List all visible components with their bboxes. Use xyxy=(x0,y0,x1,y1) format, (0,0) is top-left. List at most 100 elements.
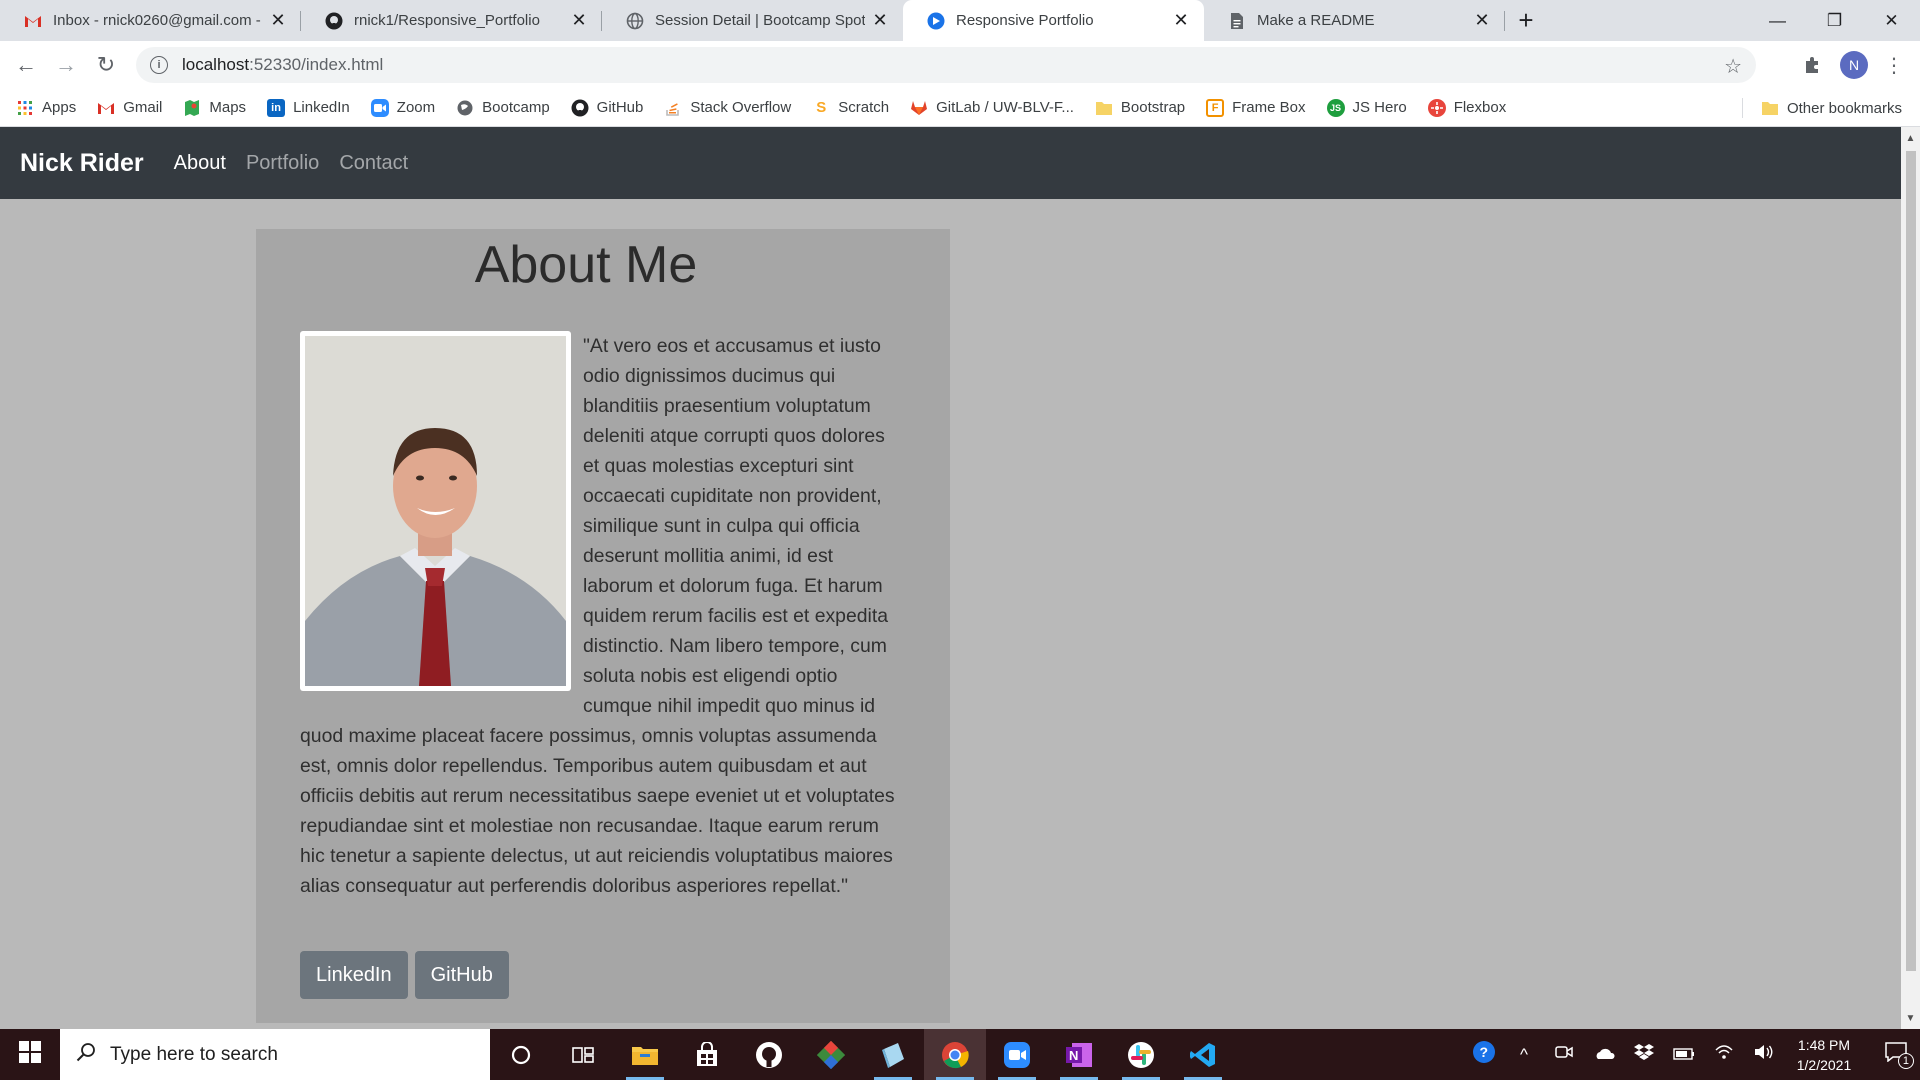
site-info-icon[interactable]: i xyxy=(150,56,168,74)
bookmark-maps[interactable]: Maps xyxy=(183,99,246,117)
nav-link-portfolio[interactable]: Portfolio xyxy=(246,152,319,175)
close-icon[interactable]: ✕ xyxy=(1172,10,1190,31)
file-explorer-icon[interactable] xyxy=(614,1029,676,1080)
windows-taskbar: Type here to search N ? ^ 1:48 PM 1/2/20… xyxy=(0,1029,1920,1080)
tab-responsive-portfolio[interactable]: Responsive Portfolio ✕ xyxy=(903,0,1204,41)
navbar-brand[interactable]: Nick Rider xyxy=(20,149,144,178)
chevron-up-icon[interactable]: ^ xyxy=(1504,1045,1544,1065)
notifications-icon[interactable]: 1 xyxy=(1872,1042,1920,1069)
close-icon[interactable]: ✕ xyxy=(269,10,287,31)
new-tab-button[interactable]: + xyxy=(1505,0,1547,41)
store-icon[interactable] xyxy=(676,1029,738,1080)
url-host: localhost xyxy=(182,55,250,74)
reload-button[interactable]: ↻ xyxy=(88,47,124,83)
bookmark-stack-overflow[interactable]: Stack Overflow xyxy=(664,99,791,117)
browser-toolbar: ← → ↻ i localhost:52330/index.html ☆ N ⋮ xyxy=(0,41,1920,89)
scroll-thumb[interactable] xyxy=(1906,151,1916,971)
bookmark-label: Apps xyxy=(42,99,77,116)
bookmark-zoom[interactable]: Zoom xyxy=(370,98,436,117)
bookmarks-bar: Apps Gmail Maps in LinkedIn Zoom Bootcam… xyxy=(0,89,1920,127)
github-desktop-icon[interactable] xyxy=(738,1029,800,1080)
bookmark-linkedin[interactable]: in LinkedIn xyxy=(267,98,350,117)
vscode-icon[interactable] xyxy=(1172,1029,1234,1080)
other-bookmarks[interactable]: Other bookmarks xyxy=(1761,89,1902,127)
meet-now-icon[interactable] xyxy=(1544,1044,1584,1065)
onenote-icon[interactable]: N xyxy=(1048,1029,1110,1080)
git-icon[interactable] xyxy=(800,1029,862,1080)
notepad-icon[interactable] xyxy=(862,1029,924,1080)
close-icon[interactable]: ✕ xyxy=(1473,10,1491,31)
tab-gmail[interactable]: Inbox - rnick0260@gmail.com - G ✕ xyxy=(0,0,301,41)
tab-title: Responsive Portfolio xyxy=(956,12,1094,29)
wifi-icon[interactable] xyxy=(1704,1044,1744,1065)
folder-icon xyxy=(1095,99,1113,117)
zoom-icon[interactable] xyxy=(986,1029,1048,1080)
chrome-icon[interactable] xyxy=(924,1029,986,1080)
menu-kebab-icon[interactable]: ⋮ xyxy=(1876,45,1912,85)
close-window-button[interactable]: ✕ xyxy=(1863,0,1920,41)
scroll-down-arrow-icon[interactable]: ▼ xyxy=(1901,1009,1920,1027)
cortana-icon[interactable] xyxy=(490,1029,552,1080)
bookmark-label: Zoom xyxy=(396,99,436,116)
start-button[interactable] xyxy=(0,1029,60,1080)
slack-icon[interactable] xyxy=(1110,1029,1172,1080)
help-icon[interactable]: ? xyxy=(1464,1040,1504,1069)
bookmark-flexbox[interactable]: Flexbox xyxy=(1427,98,1506,117)
nav-link-about[interactable]: About xyxy=(174,152,226,175)
profile-button[interactable]: N xyxy=(1836,45,1872,85)
gmail-icon xyxy=(24,12,42,30)
github-button[interactable]: GitHub xyxy=(414,951,509,999)
clock-time: 1:48 PM xyxy=(1797,1036,1851,1053)
battery-icon[interactable] xyxy=(1664,1045,1704,1065)
bookmark-js-hero[interactable]: JS JS Hero xyxy=(1326,98,1407,117)
onedrive-icon[interactable] xyxy=(1584,1045,1624,1065)
zoom-icon xyxy=(370,98,389,117)
back-button[interactable]: ← xyxy=(8,47,44,83)
address-bar[interactable]: i localhost:52330/index.html ☆ xyxy=(136,47,1756,83)
github-icon xyxy=(571,99,589,117)
bookmark-star-icon[interactable]: ☆ xyxy=(1724,54,1742,79)
reload-icon: ↻ xyxy=(96,52,116,77)
close-icon[interactable]: ✕ xyxy=(871,10,889,31)
close-icon[interactable]: ✕ xyxy=(570,10,588,31)
bookmark-label: Other bookmarks xyxy=(1786,99,1902,117)
bookmark-label: GitHub xyxy=(596,99,644,116)
taskbar-search-input[interactable]: Type here to search xyxy=(60,1029,490,1080)
forward-button[interactable]: → xyxy=(48,47,84,83)
stackoverflow-icon xyxy=(664,99,682,117)
bookmark-label: Stack Overflow xyxy=(690,99,792,116)
gmail-icon xyxy=(97,99,115,117)
bookmark-label: GitLab / UW-BLV-F... xyxy=(936,99,1074,116)
page-viewport: Nick Rider About Portfolio Contact About… xyxy=(0,127,1901,1029)
bookmark-label: JS Hero xyxy=(1352,99,1407,116)
minimize-button[interactable]: — xyxy=(1749,0,1806,41)
bookmark-scratch[interactable]: S Scratch xyxy=(812,99,889,117)
dropbox-icon[interactable] xyxy=(1624,1043,1664,1066)
social-buttons: LinkedIn GitHub xyxy=(300,951,509,999)
svg-text:N: N xyxy=(1069,1048,1078,1063)
linkedin-button[interactable]: LinkedIn xyxy=(300,951,408,999)
page-title: About Me xyxy=(474,236,698,294)
bookmark-apps[interactable]: Apps xyxy=(16,99,76,117)
page-scrollbar[interactable]: ▲ ▼ xyxy=(1901,127,1920,1029)
bookmark-frame-box[interactable]: F Frame Box xyxy=(1206,98,1306,117)
gitlab-icon xyxy=(910,99,928,117)
arrow-right-icon: → xyxy=(55,52,77,77)
bookmark-folder-bootstrap[interactable]: Bootstrap xyxy=(1095,99,1185,117)
tab-github-repo[interactable]: rnick1/Responsive_Portfolio ✕ xyxy=(301,0,602,41)
extensions-icon[interactable] xyxy=(1794,45,1830,85)
task-view-icon[interactable] xyxy=(552,1029,614,1080)
bookmark-gitlab[interactable]: GitLab / UW-BLV-F... xyxy=(910,99,1074,117)
volume-icon[interactable] xyxy=(1744,1044,1784,1065)
flexbox-icon xyxy=(1427,98,1446,117)
restore-button[interactable]: ❐ xyxy=(1806,0,1863,41)
bookmark-gmail[interactable]: Gmail xyxy=(97,99,162,117)
taskbar-clock[interactable]: 1:48 PM 1/2/2021 xyxy=(1784,1035,1864,1075)
bookmark-github[interactable]: GitHub xyxy=(571,99,644,117)
svg-text:?: ? xyxy=(1480,1044,1489,1060)
tab-bootcamp-session[interactable]: Session Detail | Bootcamp Spot ✕ xyxy=(602,0,903,41)
bookmark-bootcamp[interactable]: Bootcamp xyxy=(456,99,550,117)
scroll-up-arrow-icon[interactable]: ▲ xyxy=(1901,129,1920,147)
tab-make-readme[interactable]: Make a README ✕ xyxy=(1204,0,1505,41)
nav-link-contact[interactable]: Contact xyxy=(339,152,408,175)
